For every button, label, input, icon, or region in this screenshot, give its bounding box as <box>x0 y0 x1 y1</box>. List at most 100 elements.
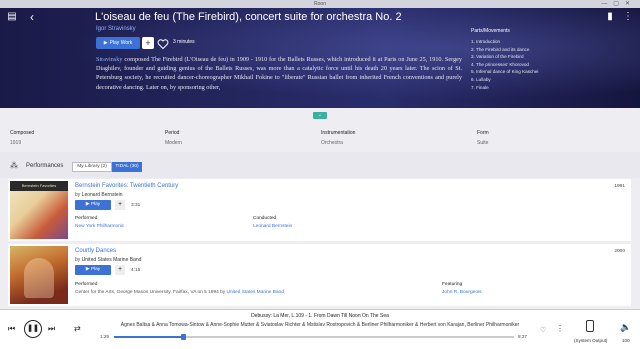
now-playing-bar: ⏮ ❚❚ ⏭ ⇄ Debussy: La Mer, L.109 - 1. Fro… <box>0 309 640 349</box>
elapsed-time: 1:29 <box>100 334 109 339</box>
work-description: Stravinsky composed The Firebird (L'Oise… <box>96 55 462 99</box>
performed-value[interactable]: New York Philharmonic <box>75 224 124 229</box>
pause-button[interactable]: ❚❚ <box>24 320 42 338</box>
description-composer-link[interactable]: Stravinsky <box>96 56 122 63</box>
period-field: Period Modern <box>165 130 182 146</box>
next-track-icon[interactable]: ⏭ <box>48 324 55 334</box>
performed-label: Performed <box>75 282 98 287</box>
play-button[interactable]: ▶ Play <box>75 265 111 275</box>
performance-card: Courtly Dances by United States Marine B… <box>8 244 631 306</box>
tab-tidal[interactable]: TIDAL (30) <box>112 162 142 172</box>
expand-description-button[interactable]: ⌄ <box>313 112 327 119</box>
seek-bar[interactable] <box>114 334 514 340</box>
artist-name[interactable]: United States Marine Band <box>82 257 142 263</box>
part-item[interactable]: 5. Infernal dance of King Kaschei <box>471 68 631 76</box>
performed-venue: Center for the Arts, George Mason Univer… <box>75 290 226 295</box>
track-duration: 4:15 <box>131 268 141 273</box>
performances-title: Performances <box>26 163 64 169</box>
play-icon: ▶ <box>85 267 90 272</box>
composed-value: 1919 <box>10 140 22 146</box>
conductor-value[interactable]: Leonard Bernstein <box>253 224 292 229</box>
volume-icon[interactable]: 🔈 <box>620 322 631 333</box>
artist-name[interactable]: Leonard Bernstein <box>82 192 123 198</box>
composed-field: Composed 1919 <box>10 130 34 146</box>
part-item[interactable]: 7. Finale <box>471 84 631 92</box>
now-playing-title[interactable]: Debussy: La Mer, L.109 - 1. From Dawn Ti… <box>100 313 540 319</box>
work-details: Composed 1919 Period Modern Instrumentat… <box>0 124 640 152</box>
bookmark-icon[interactable]: ▮ <box>604 12 616 22</box>
play-icon: ▶ <box>85 202 90 207</box>
output-zone-label[interactable]: (System Output) <box>574 338 607 343</box>
composed-label: Composed <box>10 130 35 136</box>
volume-level: 100 <box>622 338 630 343</box>
conducted-label: Conducted <box>253 216 277 221</box>
play-label: Play <box>90 202 101 207</box>
album-cover-text: Bernstein Favorites <box>10 181 68 191</box>
instrumentation-label: Instrumentation <box>321 130 356 136</box>
back-arrow-icon[interactable]: ‹ <box>26 11 38 23</box>
work-title: L'oiseau de feu (The Firebird), concert … <box>95 11 402 23</box>
performed-label: Performed <box>75 216 98 221</box>
form-value: Suite <box>477 140 489 146</box>
description-text: composed The Firebird (L'Oiseau de feu) … <box>96 56 462 91</box>
period-value: Modern <box>165 140 182 146</box>
tab-my-library[interactable]: My Library (2) <box>72 162 112 172</box>
performance-card: Bernstein Favorites Bernstein Favorites:… <box>8 179 631 241</box>
form-field: Form Suite <box>477 130 489 146</box>
parts-list: Parts/Movements 1. Introduction 2. The F… <box>471 28 631 91</box>
favorite-heart-icon[interactable] <box>157 37 169 50</box>
album-cover[interactable] <box>10 246 68 304</box>
track-duration: 3:31 <box>131 203 141 208</box>
parts-title: Parts/Movements <box>471 28 510 34</box>
previous-track-icon[interactable]: ⏮ <box>8 324 15 334</box>
heart-icon[interactable]: ♡ <box>540 326 546 334</box>
performances-header: ⁂ Performances My Library (2) TIDAL (30) <box>0 152 640 178</box>
album-artist: by Leonard Bernstein <box>75 192 123 198</box>
performed-value: Center for the Arts, George Mason Univer… <box>75 290 284 295</box>
album-cover[interactable]: Bernstein Favorites <box>10 181 68 239</box>
part-item[interactable]: 6. Lullaby <box>471 76 631 84</box>
featuring-value[interactable]: John R. Bourgeois <box>442 290 481 295</box>
window-title: Roon <box>314 1 326 7</box>
period-label: Period <box>165 130 180 136</box>
part-item[interactable]: 3. Variation of the Firebird <box>471 53 631 61</box>
part-item[interactable]: 2. The Firebird and its dance <box>471 46 631 54</box>
add-button[interactable]: + <box>115 265 125 275</box>
play-button[interactable]: ▶ Play <box>75 200 111 210</box>
performer-link[interactable]: United States Marine Band <box>227 290 284 295</box>
add-button[interactable]: + <box>115 200 125 210</box>
work-header: ▤ ‹ ▮ ⋮ L'oiseau de feu (The Firebird), … <box>0 8 640 108</box>
album-cover-art <box>24 258 54 298</box>
instrumentation-value: Orchestra <box>321 140 343 146</box>
part-item[interactable]: 1. Introduction <box>471 38 631 46</box>
seek-handle[interactable] <box>180 334 186 340</box>
performers-icon: ⁂ <box>10 161 18 170</box>
play-work-label: Play Work <box>109 40 133 46</box>
part-item[interactable]: 4. The princesses' Khorovod <box>471 61 631 69</box>
play-icon: ▶ <box>103 40 108 46</box>
by-label: by <box>75 192 81 198</box>
instrumentation-field: Instrumentation Orchestra <box>321 130 355 146</box>
form-label: Form <box>477 130 489 136</box>
play-label: Play <box>90 267 101 272</box>
play-work-button[interactable]: ▶ Play Work <box>96 37 140 49</box>
album-artist: by United States Marine Band <box>75 257 141 263</box>
add-button[interactable]: + <box>142 37 154 49</box>
speaker-device-icon[interactable] <box>586 320 594 332</box>
seek-bar-fill <box>114 336 183 338</box>
sidebar-toggle-icon[interactable]: ▤ <box>6 12 18 22</box>
window-controls[interactable]: —▢✕ <box>601 0 636 8</box>
album-title[interactable]: Courtly Dances <box>75 248 116 254</box>
now-playing-artists[interactable]: Agnes Baltsa & Anna Tomowa-Sintow & Anne… <box>100 322 540 328</box>
more-options-icon[interactable]: ⋮ <box>556 324 564 333</box>
more-options-icon[interactable]: ⋮ <box>622 12 634 22</box>
work-duration: 3 minutes <box>173 39 195 45</box>
title-bar: Roon —▢✕ <box>0 0 640 8</box>
total-time: 8:37 <box>518 334 527 339</box>
featuring-label: Featuring <box>442 282 463 287</box>
queue-icon[interactable]: ⇄ <box>74 324 81 333</box>
by-label: by <box>75 257 81 263</box>
album-title[interactable]: Bernstein Favorites: Twentieth Century <box>75 183 178 189</box>
release-year: 2000 <box>614 249 625 254</box>
composer-link[interactable]: Igor Stravinsky <box>96 26 136 32</box>
